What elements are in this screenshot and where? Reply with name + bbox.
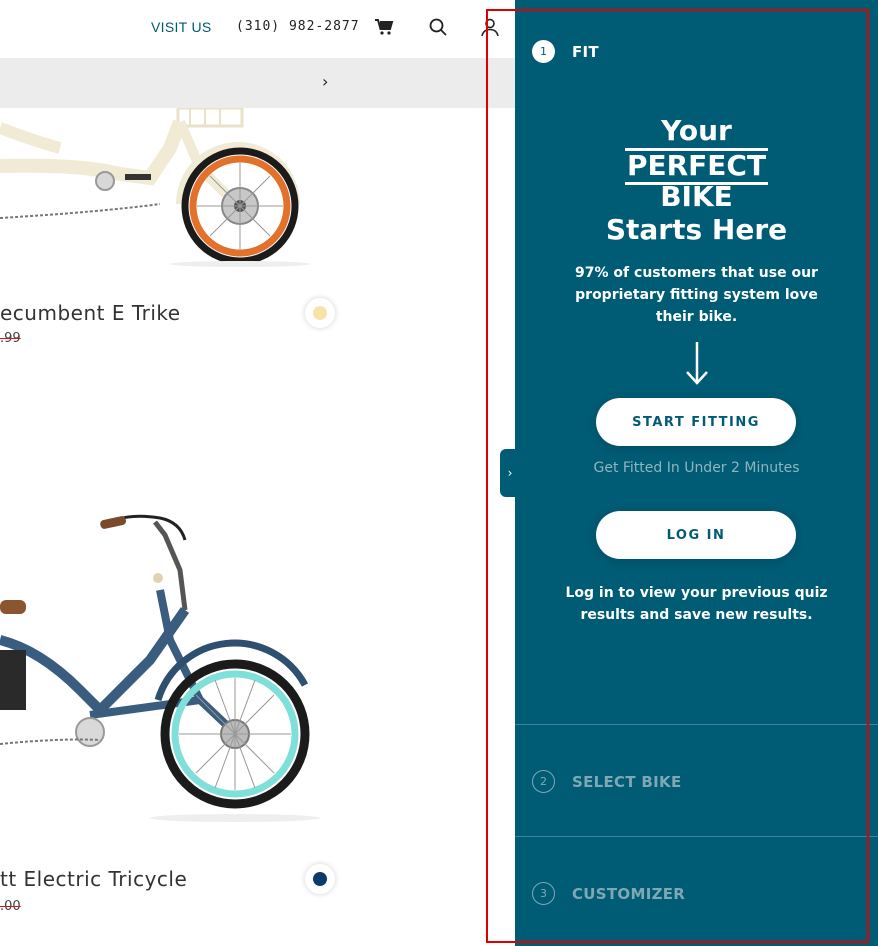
visit-us-link[interactable]: VISIT US	[151, 19, 212, 35]
start-fitting-button[interactable]: START FITTING	[596, 398, 796, 446]
promo-bar: ›	[0, 58, 515, 108]
step-number: 1	[532, 40, 555, 63]
chevron-right-icon[interactable]: ›	[322, 72, 328, 91]
step-number: 2	[532, 770, 555, 793]
panel-description: 97% of customers that use our proprietar…	[575, 265, 818, 325]
hero-line: Starts Here	[605, 213, 788, 246]
swatch-dot	[313, 872, 327, 886]
step-number: 3	[532, 882, 555, 905]
product-name[interactable]: tt Electric Tricycle	[0, 867, 187, 891]
product-price: .00	[0, 899, 21, 914]
color-swatch[interactable]	[305, 298, 335, 328]
hero-line: Your	[661, 114, 732, 147]
divider	[515, 836, 878, 837]
step-customizer[interactable]: 3 CUSTOMIZER	[532, 882, 685, 905]
arrow-down-icon	[686, 342, 708, 385]
search-icon[interactable]	[427, 16, 449, 38]
phone-link[interactable]: (310) 982-2877	[236, 19, 360, 34]
step-label: FIT	[572, 42, 599, 61]
step-label: SELECT BIKE	[572, 772, 682, 791]
hero-line: BIKE	[660, 180, 733, 213]
swatch-dot	[313, 306, 327, 320]
product-image[interactable]	[0, 500, 350, 830]
cart-icon[interactable]	[373, 16, 395, 38]
login-note: Log in to view your previous quiz result…	[565, 585, 828, 623]
product-card[interactable]: tt Electric Tricycle .00	[0, 500, 515, 920]
log-in-button[interactable]: LOG IN	[596, 511, 796, 559]
user-icon[interactable]	[479, 16, 501, 38]
product-image[interactable]	[0, 108, 340, 268]
color-swatch[interactable]	[305, 864, 335, 894]
fit-note: Get Fitted In Under 2 Minutes	[593, 460, 800, 476]
step-fit[interactable]: 1 FIT	[532, 40, 599, 63]
step-label: CUSTOMIZER	[572, 884, 686, 903]
panel-toggle-chevron-icon[interactable]: ›	[500, 449, 520, 497]
step-select-bike[interactable]: 2 SELECT BIKE	[532, 770, 682, 793]
bike-fit-panel: 1 FIT Your PERFECT BIKE Starts Here 97% …	[515, 0, 878, 946]
divider	[515, 724, 878, 725]
product-name[interactable]: ecumbent E Trike	[0, 301, 181, 325]
product-price: .99	[0, 331, 21, 346]
site-header: VISIT US (310) 982-2877	[0, 0, 515, 58]
product-card[interactable]: ecumbent E Trike .99	[0, 108, 515, 368]
